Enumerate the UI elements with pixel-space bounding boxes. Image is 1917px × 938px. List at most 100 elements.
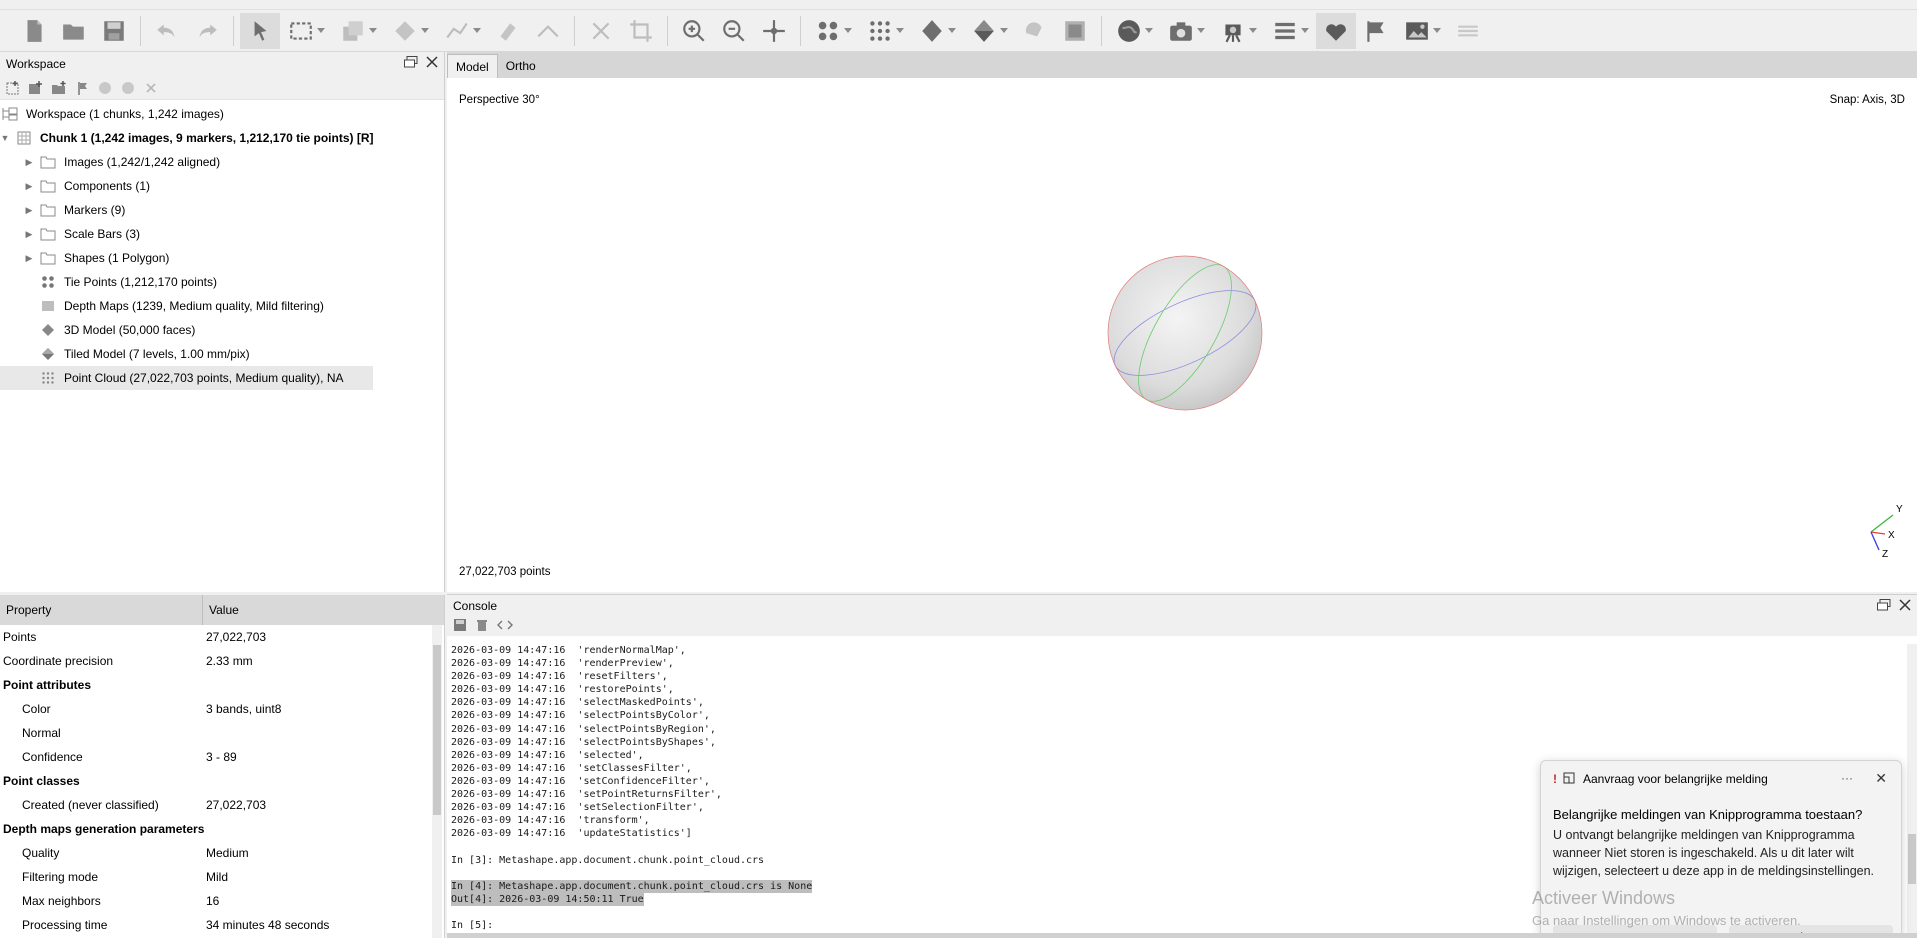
add-photos-icon[interactable] bbox=[27, 79, 45, 97]
property-row[interactable]: Created (never classified) 27,022,703 bbox=[0, 793, 444, 817]
axis-y-label: Y bbox=[1896, 504, 1903, 515]
toolbar-separator bbox=[233, 15, 234, 46]
scrollbar-thumb[interactable] bbox=[1908, 834, 1916, 884]
float-panel-icon[interactable] bbox=[1877, 599, 1891, 614]
expand-icon[interactable]: ▶ bbox=[24, 205, 34, 216]
save-icon[interactable] bbox=[94, 13, 134, 49]
property-row[interactable]: Filtering mode Mild bbox=[0, 865, 444, 889]
reset-view-icon[interactable] bbox=[754, 13, 794, 49]
property-row[interactable]: Max neighbors 16 bbox=[0, 889, 444, 913]
tree-item-tie-points[interactable]: Tie Points (1,212,170 points) bbox=[0, 270, 444, 294]
tie-points-icon[interactable] bbox=[807, 13, 859, 49]
tree-item-tiled-model[interactable]: Tiled Model (7 levels, 1.00 mm/pix) bbox=[0, 342, 444, 366]
expand-icon[interactable]: ▶ bbox=[24, 253, 34, 264]
close-icon[interactable]: ✕ bbox=[1875, 770, 1887, 787]
model-icon[interactable] bbox=[911, 13, 963, 49]
console-line: 2026-03-09 14:47:16 'renderPreview', bbox=[451, 658, 674, 670]
orthomosaic-icon[interactable] bbox=[1055, 13, 1095, 49]
new-icon[interactable] bbox=[14, 13, 54, 49]
zoom-in-icon[interactable] bbox=[674, 13, 714, 49]
tiled-layers-icon[interactable] bbox=[1448, 13, 1488, 49]
add-chunk-icon[interactable] bbox=[4, 79, 22, 97]
property-row[interactable]: Processing time 34 minutes 48 seconds bbox=[0, 913, 444, 937]
tree-item-scale-bars[interactable]: ▶ Scale Bars (3) bbox=[0, 222, 444, 246]
tiled-model-icon[interactable] bbox=[1108, 13, 1160, 49]
list-icon[interactable] bbox=[1264, 13, 1316, 49]
folder-icon bbox=[40, 202, 56, 218]
more-options-icon[interactable]: ··· bbox=[1841, 771, 1853, 785]
open-icon[interactable] bbox=[54, 13, 94, 49]
tree-item-workspace[interactable]: Workspace (1 chunks, 1,242 images) bbox=[0, 102, 444, 126]
tree-label: Scale Bars (3) bbox=[64, 227, 141, 241]
property-row[interactable]: Color 3 bands, uint8 bbox=[0, 697, 444, 721]
console-line: 2026-03-09 14:47:16 'restorePoints', bbox=[451, 684, 674, 696]
tab-model[interactable]: Model bbox=[447, 54, 498, 78]
run-script-icon[interactable] bbox=[497, 619, 513, 634]
tree-label: Chunk 1 (1,242 images, 9 markers, 1,212,… bbox=[40, 131, 374, 145]
redo-icon[interactable] bbox=[187, 13, 227, 49]
model-canvas[interactable]: Perspective 30° Snap: Axis, 3D Y X Z 27, bbox=[447, 78, 1917, 592]
delete-icon[interactable] bbox=[581, 13, 621, 49]
float-panel-icon[interactable] bbox=[404, 56, 418, 71]
column-header-value[interactable]: Value bbox=[203, 595, 433, 625]
property-row[interactable]: Coordinate precision 2.33 mm bbox=[0, 649, 444, 673]
expand-icon[interactable]: ▶ bbox=[24, 181, 34, 192]
tree-item-images[interactable]: ▶ Images (1,242/1,242 aligned) bbox=[0, 150, 444, 174]
camera-view-icon[interactable] bbox=[1212, 13, 1264, 49]
disable-icon[interactable] bbox=[119, 79, 137, 97]
property-row[interactable]: Quality Medium bbox=[0, 841, 444, 865]
clear-log-icon[interactable] bbox=[475, 618, 489, 635]
tree-item-depth-maps[interactable]: Depth Maps (1239, Medium quality, Mild f… bbox=[0, 294, 444, 318]
show-images-icon[interactable] bbox=[1396, 13, 1448, 49]
property-row[interactable]: Points 27,022,703 bbox=[0, 625, 444, 649]
textured-model-icon[interactable] bbox=[963, 13, 1015, 49]
trackball-sphere[interactable] bbox=[1105, 253, 1265, 413]
property-row[interactable]: Confidence 3 - 89 bbox=[0, 745, 444, 769]
folder-icon bbox=[40, 154, 56, 170]
camera-icon[interactable] bbox=[1160, 13, 1212, 49]
collapse-icon[interactable]: ▼ bbox=[0, 133, 10, 143]
column-header-property[interactable]: Property bbox=[0, 595, 203, 625]
property-row[interactable]: Normal bbox=[0, 721, 444, 745]
console-line: 2026-03-09 14:47:16 'renderNormalMap', bbox=[451, 645, 686, 656]
rectangle-selection-icon[interactable] bbox=[280, 13, 332, 49]
save-log-icon[interactable] bbox=[453, 618, 467, 635]
expand-icon[interactable]: ▶ bbox=[24, 229, 34, 240]
flag-icon[interactable] bbox=[1356, 13, 1396, 49]
point-cloud-icon[interactable] bbox=[859, 13, 911, 49]
zoom-out-icon[interactable] bbox=[714, 13, 754, 49]
navigation-icon[interactable] bbox=[240, 12, 280, 49]
properties-scrollbar[interactable] bbox=[432, 625, 442, 938]
tree-item-point-cloud[interactable]: Point Cloud (27,022,703 points, Medium q… bbox=[0, 366, 373, 390]
undo-icon[interactable] bbox=[147, 13, 187, 49]
bottom-scrollbar[interactable] bbox=[447, 933, 1917, 938]
eraser-icon[interactable] bbox=[488, 13, 528, 49]
enable-icon[interactable] bbox=[96, 79, 114, 97]
tree-item-components[interactable]: ▶ Components (1) bbox=[0, 174, 444, 198]
add-marker-icon[interactable] bbox=[73, 79, 91, 97]
close-panel-icon[interactable] bbox=[426, 56, 438, 71]
close-panel-icon[interactable] bbox=[1899, 599, 1911, 614]
show-markers-icon[interactable] bbox=[1316, 12, 1356, 49]
console-scrollbar[interactable] bbox=[1907, 644, 1917, 934]
tree-item-chunk[interactable]: ▼ Chunk 1 (1,242 images, 9 markers, 1,21… bbox=[0, 126, 444, 150]
toolbar-separator bbox=[667, 15, 668, 46]
remove-item-icon[interactable] bbox=[142, 79, 160, 97]
expand-icon[interactable]: ▶ bbox=[24, 157, 34, 168]
line-icon[interactable] bbox=[528, 13, 568, 49]
tree-label: Workspace (1 chunks, 1,242 images) bbox=[26, 107, 224, 121]
tree-item-markers[interactable]: ▶ Markers (9) bbox=[0, 198, 444, 222]
add-folder-icon[interactable] bbox=[50, 79, 68, 97]
properties-panel: Property Value Points 27,022,703 Coordina… bbox=[0, 595, 445, 938]
scrollbar-thumb[interactable] bbox=[433, 645, 441, 815]
crop-icon[interactable] bbox=[621, 13, 661, 49]
tree-item-shapes[interactable]: ▶ Shapes (1 Polygon) bbox=[0, 246, 444, 270]
polygon-icon[interactable] bbox=[384, 13, 436, 49]
tree-label: Depth Maps (1239, Medium quality, Mild f… bbox=[64, 299, 324, 313]
texture-icon[interactable] bbox=[1015, 13, 1055, 49]
tab-ortho[interactable]: Ortho bbox=[498, 54, 544, 78]
shape-draw-icon[interactable] bbox=[332, 13, 384, 49]
folder-icon bbox=[40, 178, 56, 194]
ruler-icon[interactable] bbox=[436, 13, 488, 49]
tree-item-3d-model[interactable]: 3D Model (50,000 faces) bbox=[0, 318, 444, 342]
